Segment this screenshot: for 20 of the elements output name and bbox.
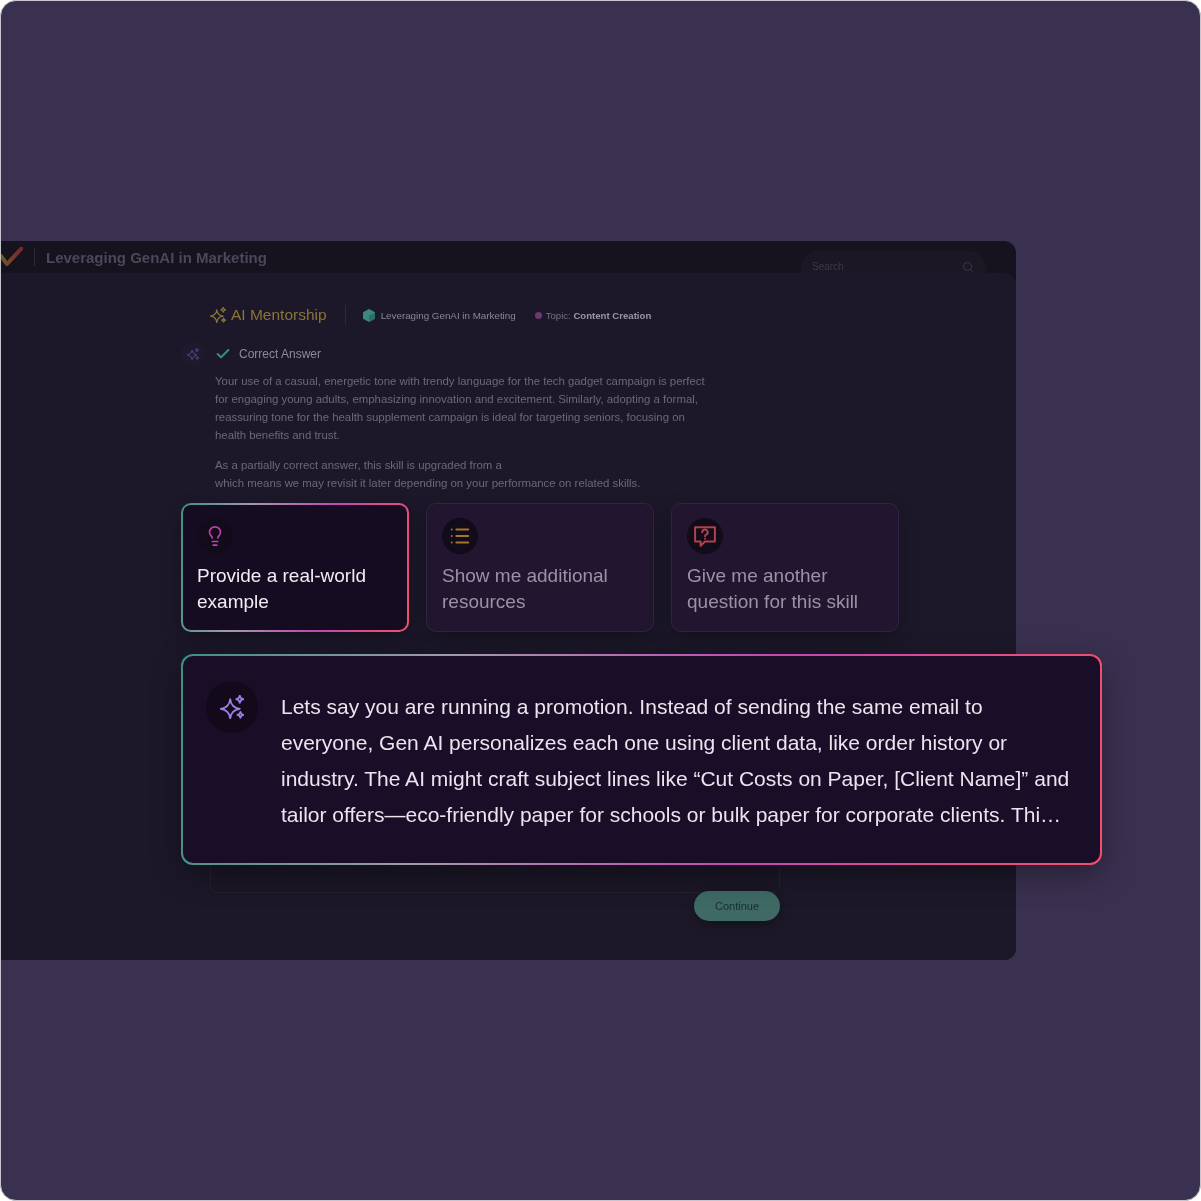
message-input-field[interactable] xyxy=(210,866,780,893)
suggestion-card[interactable]: Show me additional resources xyxy=(426,503,654,632)
topic-dot-icon xyxy=(534,311,542,319)
sparkles-icon xyxy=(210,307,226,323)
feedback-paragraph: Your use of a casual, energetic tone with trendy language for the tech gadget campaign is perfect for engaging young adults, emphasizing innovation and excitement. Similarly, adopting a formal, reassuring tone for the health supplement campaign is ideal for targeting seniors, focusing on health benefits and trust. xyxy=(215,374,706,443)
hexagon-icon xyxy=(362,308,375,322)
suggestion-card[interactable]: Give me another question for this skill xyxy=(671,503,899,632)
topic-label: Topic: Content Creation xyxy=(545,309,652,321)
sparkles-icon xyxy=(220,695,244,719)
answer-status: Correct Answer xyxy=(239,347,322,361)
sparkles-icon xyxy=(187,348,199,360)
mentorship-title: AI Mentorship xyxy=(231,306,327,324)
course-title: Leveraging GenAI in Marketing xyxy=(46,248,267,266)
response-text: Lets say you are running a promotion. Instead of sending the same email to everyone, Gen AI personalizes each one using client data, like order history or industry. The AI might craft subject lines like “Cut Costs on Paper, [Client Name]” and tailor offers—eco-friendly paper for schools or bulk paper for corporate clients. Thi… xyxy=(281,694,1071,828)
suggestion-card[interactable]: Provide a real-world example xyxy=(181,503,409,632)
course-name: Leveraging GenAI in Marketing xyxy=(380,309,516,321)
question-bubble-icon xyxy=(694,525,716,547)
checkmark-logo-icon xyxy=(1,247,23,267)
skill-note: As a partially correct answer, this skill is upgraded from a which means we may revisit it later depending on your performance on related skills. xyxy=(215,458,642,491)
search-icon xyxy=(962,261,974,273)
